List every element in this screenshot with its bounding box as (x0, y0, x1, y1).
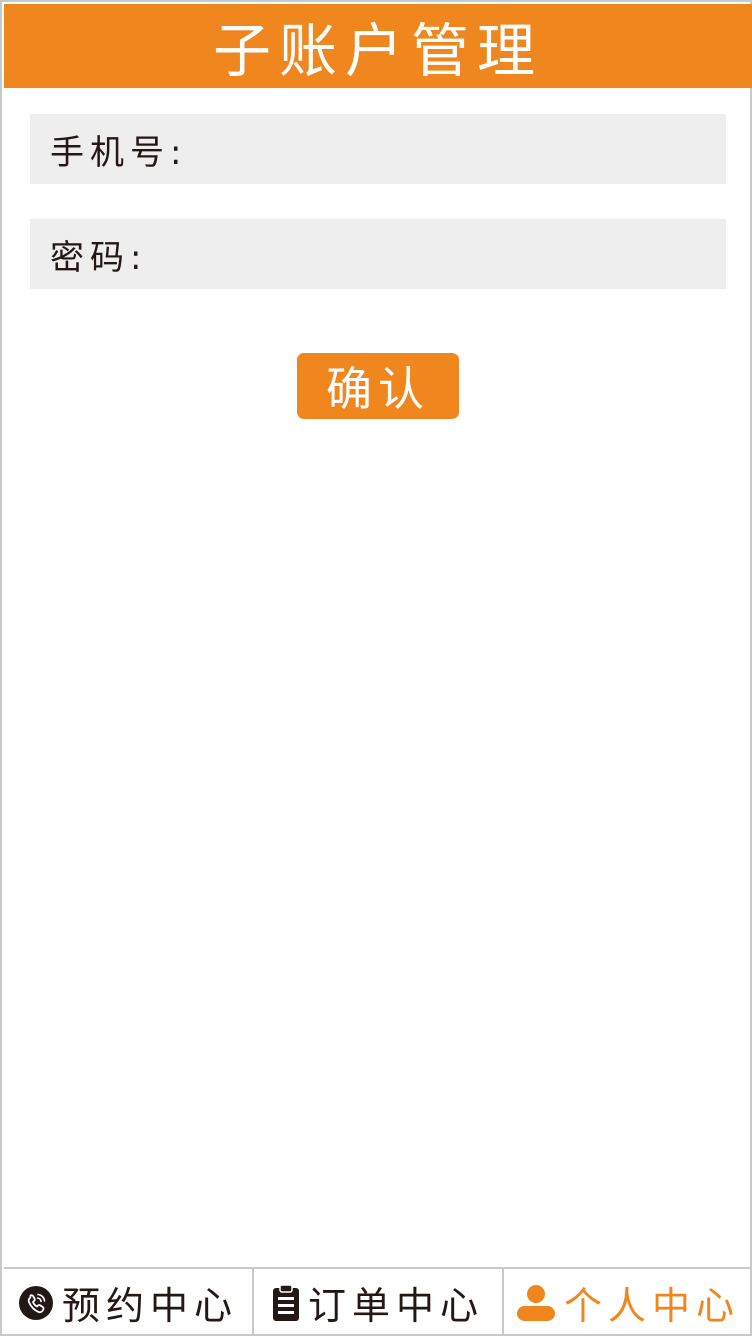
app-frame: 子账户管理 手机号: 密码: 确认 预约中心 订单中心 个人中心 (0, 0, 752, 1336)
clipboard-icon (272, 1283, 300, 1322)
tab-order-center-label: 订单中心 (307, 1284, 484, 1328)
phone-label: 手机号: (50, 132, 188, 173)
tab-order-center[interactable]: 订单中心 (252, 1269, 502, 1336)
person-icon (516, 1284, 556, 1322)
page-title: 子账户管理 (212, 17, 543, 85)
phone-input[interactable] (187, 114, 726, 184)
phone-icon (18, 1285, 54, 1321)
password-field[interactable]: 密码: (30, 219, 726, 289)
tab-appointment-center[interactable]: 预约中心 (4, 1269, 252, 1336)
tab-personal-center[interactable]: 个人中心 (502, 1269, 752, 1336)
tab-personal-center-label: 个人中心 (563, 1284, 740, 1328)
confirm-button[interactable]: 确认 (297, 353, 459, 419)
tab-appointment-center-label: 预约中心 (61, 1284, 238, 1328)
page-header: 子账户管理 (4, 4, 752, 88)
bottom-tab-bar: 预约中心 订单中心 个人中心 (4, 1267, 752, 1336)
password-input[interactable] (147, 219, 726, 289)
phone-field[interactable]: 手机号: (30, 114, 726, 184)
password-label: 密码: (50, 237, 148, 278)
